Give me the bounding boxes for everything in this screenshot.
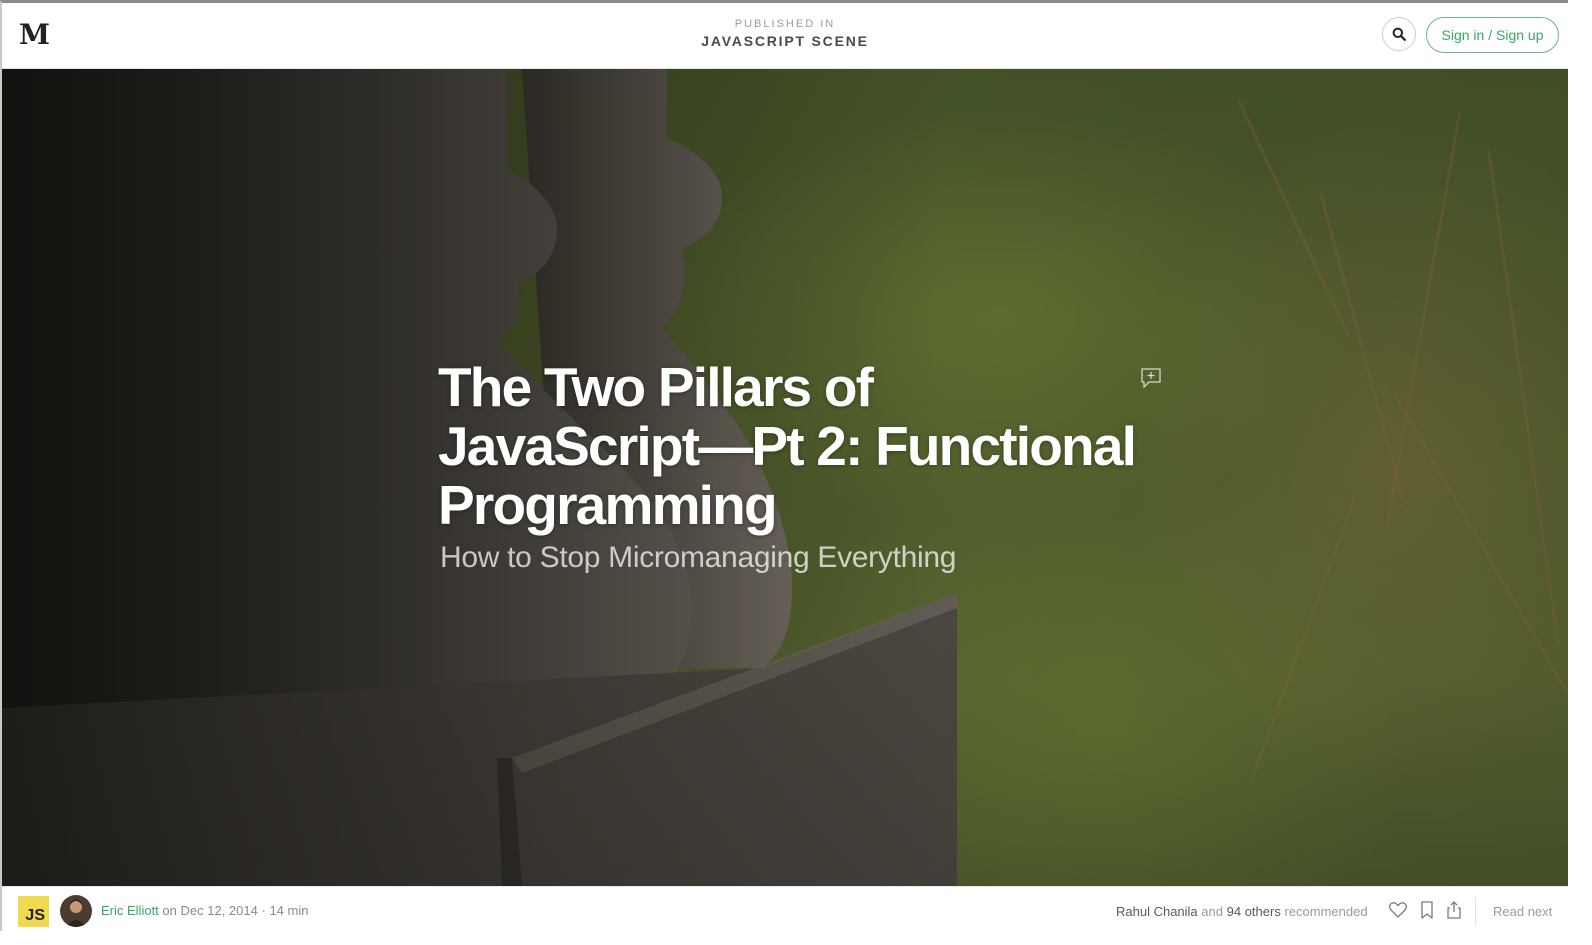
publish-date: Dec 12, 2014 (180, 903, 258, 918)
recommender-name[interactable]: Rahul Chanila (1116, 904, 1198, 919)
publication-header[interactable]: PUBLISHED IN JAVASCRIPT SCENE (2, 18, 1568, 49)
hero-title-block: The Two Pillars of JavaScript—Pt 2: Func… (438, 358, 1138, 575)
read-next-link[interactable]: Read next (1493, 904, 1552, 919)
bottom-gutter (0, 931, 1592, 945)
author-link[interactable]: Eric Elliott (101, 903, 159, 918)
byline-separator: · (261, 903, 266, 918)
metabar-divider (1475, 897, 1476, 925)
share-icon[interactable] (1444, 900, 1464, 920)
publication-badge[interactable]: JS (18, 896, 49, 927)
publication-name[interactable]: JAVASCRIPT SCENE (2, 33, 1568, 49)
article-metabar: JS Eric Elliott on Dec 12, 2014 · 14 min… (2, 886, 1568, 931)
hero-image: The Two Pillars of JavaScript—Pt 2: Func… (2, 68, 1568, 886)
recommended-label: recommended (1284, 904, 1368, 919)
right-gutter (1568, 0, 1592, 945)
search-icon (1392, 27, 1406, 41)
recommendations: Rahul Chanila and 94 others recommended (1116, 904, 1368, 919)
top-bar: M PUBLISHED IN JAVASCRIPT SCENE Sign in … (2, 3, 1568, 69)
published-in-label: PUBLISHED IN (734, 18, 836, 30)
and-label: and (1201, 904, 1223, 919)
date-prefix: on (162, 903, 177, 918)
signin-signup-button[interactable]: Sign in / Sign up (1426, 17, 1559, 53)
heart-icon[interactable] (1388, 900, 1408, 920)
avatar[interactable] (60, 895, 92, 927)
article-title: The Two Pillars of JavaScript—Pt 2: Func… (438, 356, 1137, 536)
author-avatar-image (60, 895, 92, 927)
add-comment-icon[interactable] (1140, 367, 1162, 389)
search-button[interactable] (1382, 17, 1416, 51)
article-subtitle: How to Stop Micromanaging Everything (440, 541, 957, 574)
browser-viewport: M PUBLISHED IN JAVASCRIPT SCENE Sign in … (0, 0, 1568, 931)
byline: Eric Elliott on Dec 12, 2014 · 14 min (101, 903, 308, 918)
bookmark-icon[interactable] (1417, 900, 1437, 920)
others-count[interactable]: 94 others (1227, 904, 1281, 919)
read-time: 14 min (269, 903, 309, 918)
